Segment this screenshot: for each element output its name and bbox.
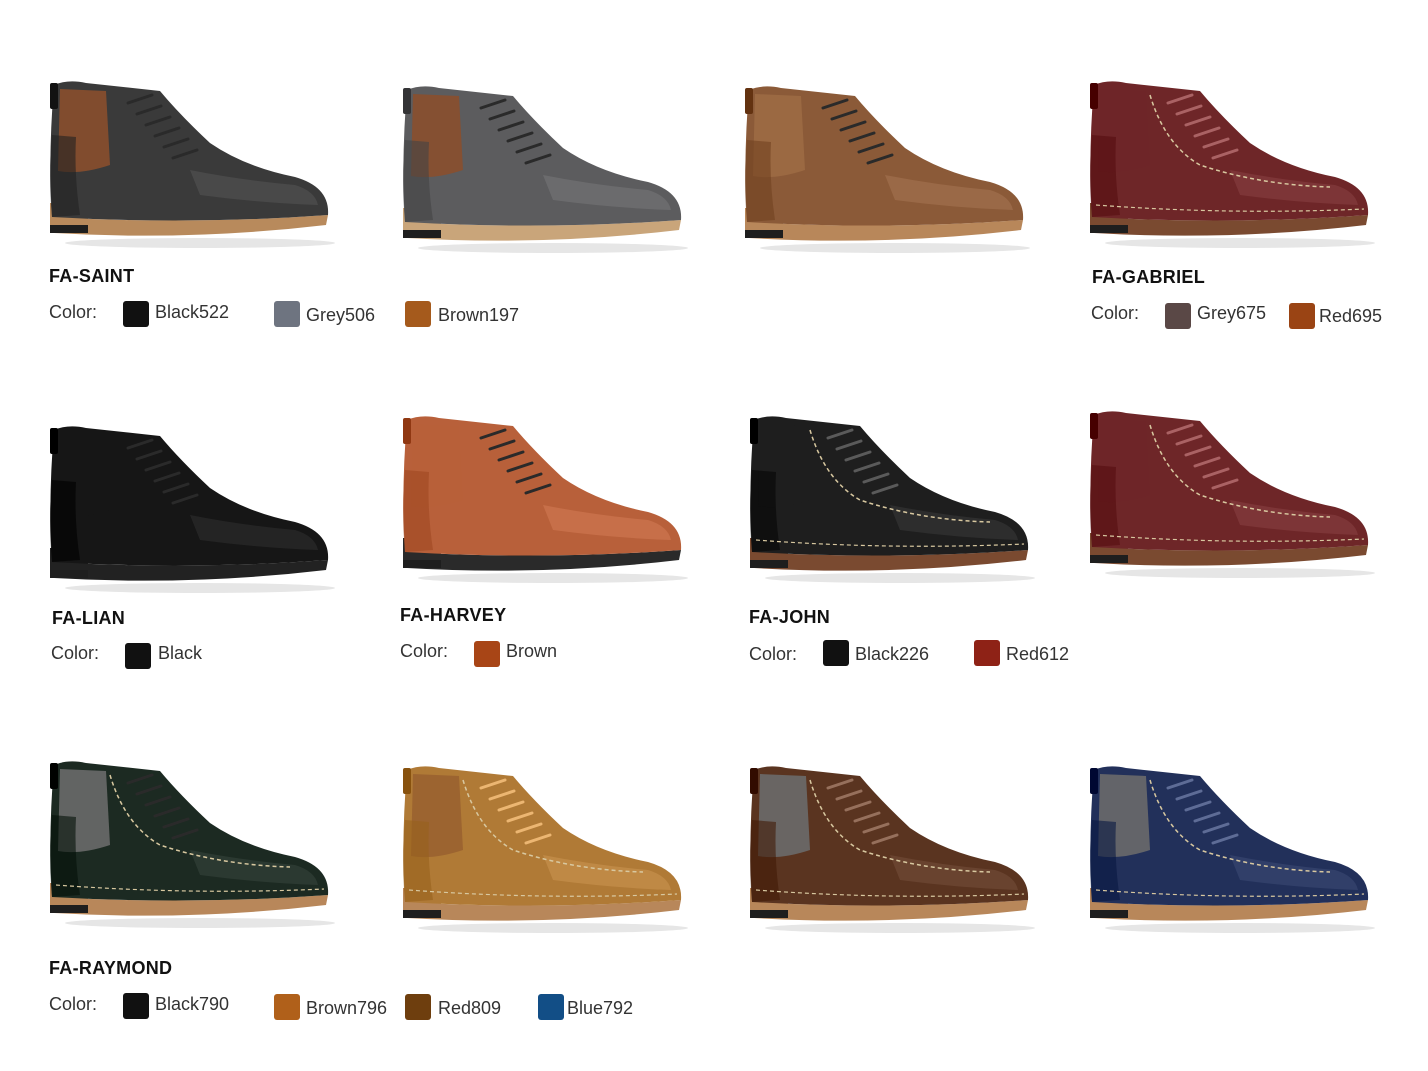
shoe-shadow bbox=[765, 923, 1035, 933]
color-swatch-black790[interactable] bbox=[123, 993, 149, 1019]
color-name: Grey506 bbox=[306, 305, 376, 325]
shoe-heel-counter bbox=[1090, 465, 1120, 547]
shoe-pull-tab bbox=[745, 88, 753, 114]
model-name-gabriel: FA-GABRIEL bbox=[1092, 267, 1205, 287]
shoe-heel-counter bbox=[1090, 820, 1120, 902]
shoe-pull-tab bbox=[1090, 768, 1098, 794]
color-swatch-grey506[interactable] bbox=[274, 301, 300, 327]
shoe-shadow bbox=[1105, 923, 1375, 933]
shoe-heel-tip bbox=[750, 910, 788, 918]
model-name-john: FA-JOHN bbox=[749, 607, 831, 627]
shoe-heel-tip bbox=[745, 230, 783, 238]
color-label: Color: bbox=[49, 302, 98, 322]
shoe-heel-tip bbox=[50, 570, 88, 578]
color-label: Color: bbox=[1091, 303, 1140, 323]
color-swatch-brown197[interactable] bbox=[405, 301, 431, 327]
shoe-heel-counter bbox=[745, 140, 775, 222]
shoe-image-john-red[interactable] bbox=[1080, 405, 1375, 580]
color-name: Brown197 bbox=[438, 305, 520, 325]
shoe-heel-counter bbox=[50, 480, 80, 562]
shoe-pull-tab bbox=[403, 88, 411, 114]
shoe-shadow bbox=[760, 243, 1030, 253]
color-swatch-grey675[interactable] bbox=[1165, 303, 1191, 329]
color-name: Brown bbox=[506, 641, 558, 661]
color-label: Color: bbox=[400, 641, 449, 661]
shoe-heel-tip bbox=[50, 905, 88, 913]
shoe-image-gabriel-red[interactable] bbox=[1080, 75, 1375, 250]
color-swatch-red695[interactable] bbox=[1289, 303, 1315, 329]
shoe-image-raymond-red[interactable] bbox=[740, 760, 1035, 935]
shoe-pull-tab bbox=[50, 763, 58, 789]
model-name-saint: FA-SAINT bbox=[49, 266, 135, 286]
color-label: Color: bbox=[49, 994, 98, 1014]
color-name: Brown796 bbox=[306, 998, 388, 1018]
color-name: Grey675 bbox=[1197, 303, 1267, 323]
shoe-shadow bbox=[1105, 238, 1375, 248]
shoe-heel-counter bbox=[403, 470, 433, 552]
model-name-harvey: FA-HARVEY bbox=[400, 605, 507, 625]
color-name: Blue792 bbox=[567, 998, 634, 1018]
shoe-shadow bbox=[65, 238, 335, 248]
shoe-heel-counter bbox=[50, 135, 80, 217]
shoe-heel-tip bbox=[1090, 555, 1128, 563]
shoe-image-raymond-brown[interactable] bbox=[393, 760, 688, 935]
shoe-shadow bbox=[418, 573, 688, 583]
color-swatch-black[interactable] bbox=[125, 643, 151, 669]
shoe-shadow bbox=[1105, 568, 1375, 578]
shoe-heel-counter bbox=[403, 820, 433, 902]
color-swatch-red612[interactable] bbox=[974, 640, 1000, 666]
shoe-image-john-black[interactable] bbox=[740, 410, 1035, 585]
color-name: Red809 bbox=[438, 998, 502, 1018]
color-swatch-red809[interactable] bbox=[405, 994, 431, 1020]
shoe-heel-tip bbox=[403, 560, 441, 568]
shoe-image-raymond-black[interactable] bbox=[40, 755, 335, 930]
shoe-pull-tab bbox=[750, 418, 758, 444]
color-name: Black522 bbox=[155, 302, 230, 322]
shoe-pull-tab bbox=[750, 768, 758, 794]
shoe-shadow bbox=[418, 923, 688, 933]
shoe-pull-tab bbox=[403, 768, 411, 794]
color-name: Red612 bbox=[1006, 644, 1070, 664]
shoe-image-saint-grey[interactable] bbox=[393, 80, 688, 255]
color-swatch-black226[interactable] bbox=[823, 640, 849, 666]
shoe-pull-tab bbox=[50, 83, 58, 109]
shoe-heel-tip bbox=[403, 230, 441, 238]
color-name: Black226 bbox=[855, 644, 930, 664]
shoe-pull-tab bbox=[1090, 413, 1098, 439]
model-name-raymond: FA-RAYMOND bbox=[49, 958, 173, 978]
shoe-pull-tab bbox=[403, 418, 411, 444]
shoe-heel-tip bbox=[1090, 910, 1128, 918]
shoe-shadow bbox=[765, 573, 1035, 583]
color-label: Color: bbox=[749, 644, 798, 664]
shoe-image-saint-black[interactable] bbox=[40, 75, 335, 250]
shoe-image-harvey-brown[interactable] bbox=[393, 410, 688, 585]
shoe-heel-tip bbox=[403, 910, 441, 918]
color-name: Black790 bbox=[155, 994, 230, 1014]
color-swatch-brown796[interactable] bbox=[274, 994, 300, 1020]
shoe-heel-tip bbox=[1090, 225, 1128, 233]
shoe-image-raymond-blue[interactable] bbox=[1080, 760, 1375, 935]
shoe-image-saint-brown[interactable] bbox=[735, 80, 1030, 255]
shoe-heel-tip bbox=[50, 225, 88, 233]
shoe-heel-counter bbox=[50, 815, 80, 897]
model-name-lian: FA-LIAN bbox=[52, 608, 126, 628]
color-swatch-black522[interactable] bbox=[123, 301, 149, 327]
shoe-shadow bbox=[65, 918, 335, 928]
shoe-shadow bbox=[418, 243, 688, 253]
color-swatch-blue792[interactable] bbox=[538, 994, 564, 1020]
shoe-heel-counter bbox=[750, 470, 780, 552]
shoe-heel-counter bbox=[750, 820, 780, 902]
color-label: Color: bbox=[51, 643, 100, 663]
shoe-pull-tab bbox=[1090, 83, 1098, 109]
shoe-heel-tip bbox=[750, 560, 788, 568]
color-name: Black bbox=[158, 643, 203, 663]
shoe-pull-tab bbox=[50, 428, 58, 454]
shoe-image-lian-black[interactable] bbox=[40, 420, 335, 595]
shoe-heel-counter bbox=[1090, 135, 1120, 217]
color-swatch-brown[interactable] bbox=[474, 641, 500, 667]
shoe-shadow bbox=[65, 583, 335, 593]
shoe-heel-counter bbox=[403, 140, 433, 222]
color-name: Red695 bbox=[1319, 306, 1383, 326]
